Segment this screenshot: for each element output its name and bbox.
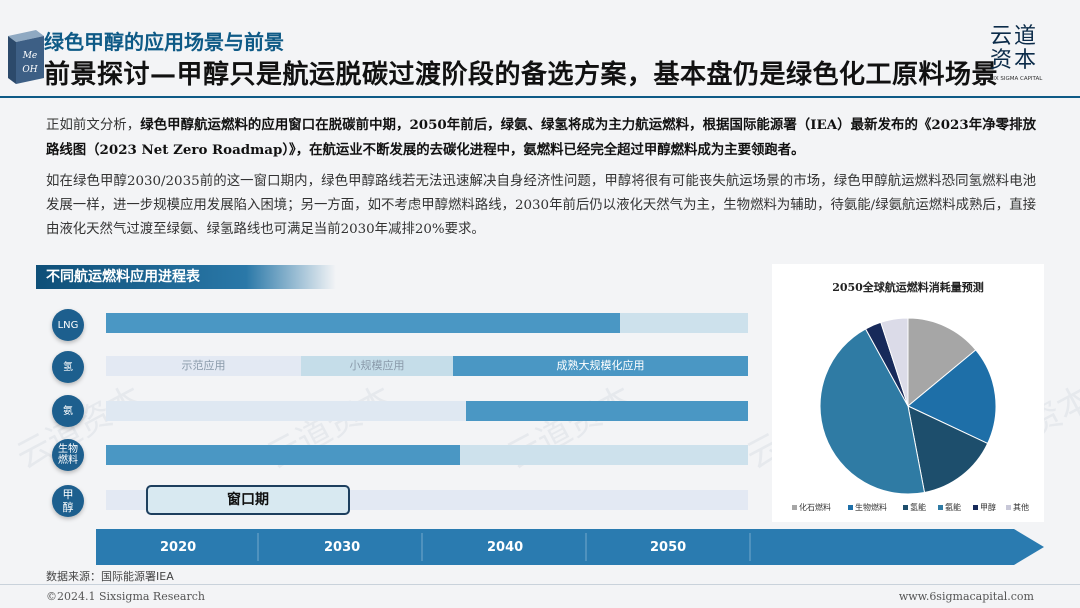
legend-swatch [848, 505, 853, 510]
legend-label: 氢能 [910, 503, 926, 512]
stage-label-small-scale: 小规模应用 [349, 359, 405, 372]
methanol-cube-logo: Me OH [8, 30, 44, 84]
legend-swatch [938, 505, 943, 510]
brand-english-name: SIX SIGMA CAPITAL [989, 76, 1043, 82]
paragraph-1-lead: 正如前文分析， [46, 118, 141, 133]
legend-item-fossil: 化石燃料 [792, 502, 831, 513]
brand-logo: 云道 资本 [984, 25, 1044, 73]
row-icon-biofuel-label: 生物燃料 [58, 444, 78, 466]
bar-fill [466, 401, 748, 421]
footer-copyright: ©2024.1 Sixsigma Research [46, 590, 205, 603]
legend-swatch [903, 505, 908, 510]
year-label-2030: 2030 [324, 540, 361, 555]
legend-swatch [973, 505, 978, 510]
window-period-box: 窗口期 [146, 485, 350, 515]
year-label-2020: 2020 [160, 540, 197, 555]
logo-text-oh: OH [22, 65, 37, 75]
section-title: 绿色甲醇的应用场景与前景 [44, 30, 284, 54]
timeline-title: 不同航运燃料应用进程表 [36, 265, 336, 289]
legend-label: 甲醇 [980, 503, 996, 512]
bar-fill [106, 313, 620, 333]
header-divider [0, 96, 1080, 98]
timeline-bar-biofuel [106, 445, 748, 465]
paragraph-2: 如在绿色甲醇2030/2035前的这一窗口期内，绿色甲醇路线若无法迅速解决自身经… [46, 174, 1036, 237]
paragraph-1-emphasis: 绿色甲醇航运燃料的应用窗口在脱碳前中期，2050年前后，绿氨、绿氢将成为主力航运… [46, 117, 1036, 158]
footer-website: www.6sigmacapital.com [898, 590, 1034, 603]
legend-label: 生物燃料 [855, 503, 887, 512]
timeline-bar-ammonia [106, 401, 748, 421]
legend-item-other: 其他 [1006, 502, 1029, 513]
bar-fill [106, 445, 461, 465]
legend-item-biofuel: 生物燃料 [848, 502, 887, 513]
year-label-2050: 2050 [650, 540, 687, 555]
footer-divider [0, 584, 1080, 585]
logo-text-me: Me [22, 51, 38, 61]
brand-name-line2: 资本 [989, 48, 1038, 73]
timeline-bar-lng [106, 313, 748, 333]
row-icon-ammonia: 氨 [52, 395, 84, 427]
legend-label: 其他 [1013, 503, 1029, 512]
legend-swatch [792, 505, 797, 510]
timeline-bar-hydrogen: 示范应用 小规模应用 成熟大规模化应用 [106, 356, 748, 376]
row-icon-biofuel: 生物燃料 [52, 439, 84, 471]
legend-label: 化石燃料 [799, 503, 831, 512]
legend-item-ammonia: 氨能 [938, 502, 961, 513]
page-title: 前景探讨—甲醇只是航运脱碳过渡阶段的备选方案，基本盘仍是绿色化工原料场景 [44, 60, 999, 90]
pie-chart [819, 317, 997, 495]
year-axis-arrow [96, 529, 1044, 565]
legend-item-hydrogen: 氢能 [903, 502, 926, 513]
row-icon-lng: LNG [52, 309, 84, 341]
data-source: 数据来源：国际能源署IEA [46, 570, 174, 583]
stage-label-demo: 示范应用 [181, 359, 226, 372]
row-icon-hydrogen: 氢 [52, 351, 84, 383]
legend-item-methanol: 甲醇 [973, 502, 996, 513]
row-icon-methanol: 甲醇 [52, 485, 84, 517]
legend-label: 氨能 [945, 503, 961, 512]
brand-name-line1: 云道 [989, 24, 1038, 49]
legend-swatch [1006, 505, 1011, 510]
row-icon-methanol-label: 甲醇 [62, 488, 74, 514]
year-label-2040: 2040 [487, 540, 524, 555]
paragraph-1: 正如前文分析，绿色甲醇航运燃料的应用窗口在脱碳前中期，2050年前后，绿氨、绿氢… [46, 113, 1036, 163]
stage-label-mature: 成熟大规模化应用 [556, 359, 645, 372]
